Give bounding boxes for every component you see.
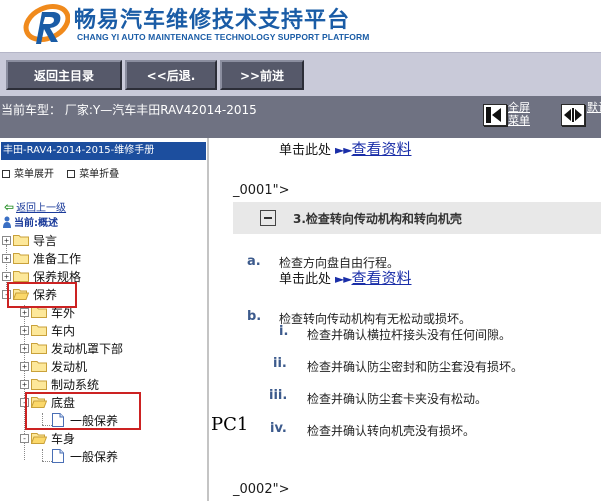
current-location-label: 当前:概述 bbox=[14, 218, 58, 229]
tree-node-label: 发动机罩下部 bbox=[51, 341, 124, 356]
tree-node-label: 导言 bbox=[33, 233, 58, 248]
folder-icon bbox=[31, 379, 47, 390]
highlight-box bbox=[7, 282, 77, 308]
tree-connector bbox=[42, 461, 52, 462]
substep-text: 检查并确认横拉杆接头没有任何间隙。 bbox=[307, 328, 512, 342]
folder-icon bbox=[13, 235, 29, 246]
substep-text: 检查并确认防尘密封和防尘套没有损坏。 bbox=[307, 360, 524, 374]
tree-node-label: 制动系统 bbox=[51, 377, 100, 392]
expand-toggle[interactable]: + bbox=[2, 235, 11, 245]
tree-node-label: 车身 bbox=[51, 431, 76, 446]
step-label: a. bbox=[247, 254, 261, 269]
toolbar: 返回主目录 <<后退. >>前进 bbox=[0, 52, 601, 96]
folder-icon bbox=[13, 271, 29, 282]
tree-node[interactable]: + 发动机罩下部 bbox=[20, 340, 123, 356]
manual-title: 丰田-RAV4-2014-2015-维修手册 bbox=[1, 142, 206, 160]
highlight-box bbox=[25, 392, 141, 430]
expand-toggle[interactable]: + bbox=[20, 343, 29, 353]
substep-label: iv. bbox=[270, 421, 287, 436]
vehicle-bar: 当前车型： 厂家:Y—汽车丰田RAV42014-2015 全屏菜单 默认 bbox=[0, 96, 601, 138]
double-arrow-icon: ►► bbox=[335, 143, 352, 157]
substep-label: iii. bbox=[269, 388, 288, 403]
substep-label: ii. bbox=[273, 356, 287, 371]
double-arrow-icon: ►► bbox=[335, 272, 352, 286]
split-arrows-icon bbox=[564, 108, 582, 122]
tree-node[interactable]: + 制动系统 bbox=[20, 376, 99, 392]
expand-toggle[interactable]: + bbox=[2, 271, 11, 281]
substep-text: 检查并确认转向机壳没有损坏。 bbox=[307, 424, 476, 438]
back-button[interactable]: <<后退. bbox=[125, 60, 217, 90]
overlay-label: PC1 bbox=[211, 414, 249, 435]
brand-subtitle: CHANG YI AUTO MAINTENANCE TECHNOLOGY SUP… bbox=[77, 32, 370, 42]
tree-node[interactable]: + 车内 bbox=[20, 322, 75, 338]
substep-label: i. bbox=[279, 324, 289, 339]
return-home-button[interactable]: 返回主目录 bbox=[6, 60, 122, 90]
step-text: 检查转向传动机构有无松动或损坏。 bbox=[279, 312, 472, 326]
view-info-link[interactable]: 查看资料 bbox=[351, 269, 411, 287]
fullscreen-icon bbox=[486, 107, 501, 123]
forward-button[interactable]: >>前进 bbox=[220, 60, 304, 90]
document-icon bbox=[52, 449, 64, 463]
code-fragment: _0001"> bbox=[233, 183, 290, 198]
menu-expand-button[interactable]: 菜单展开 bbox=[2, 169, 54, 180]
tree-connector bbox=[42, 449, 43, 461]
fullscreen-menu-button[interactable] bbox=[483, 104, 507, 126]
menu-controls: 菜单展开 菜单折叠 bbox=[2, 165, 129, 180]
click-here-text: 单击此处 bbox=[279, 143, 332, 158]
folder-icon bbox=[31, 343, 47, 354]
collapse-toggle[interactable]: - bbox=[20, 433, 29, 443]
tree-node[interactable]: + 准备工作 bbox=[2, 250, 81, 266]
section-header: 3.检查转向传动机构和转向机壳 bbox=[233, 202, 601, 234]
tree-leaf-general-maintenance[interactable]: 一般保养 bbox=[52, 448, 118, 464]
section-title: 3.检查转向传动机构和转向机壳 bbox=[293, 212, 462, 226]
tree-node[interactable]: + 导言 bbox=[2, 232, 57, 248]
view-info-row: 单击此处 ►►查看资料 bbox=[279, 138, 412, 159]
tree-node-body[interactable]: - 车身 bbox=[20, 430, 75, 446]
expand-toggle[interactable]: + bbox=[20, 361, 29, 371]
expand-toggle[interactable]: + bbox=[20, 325, 29, 335]
sidebar: 丰田-RAV4-2014-2015-维修手册 菜单展开 菜单折叠 ⇦ 返回上一级 … bbox=[0, 138, 209, 501]
current-location: 当前:概述 bbox=[2, 214, 58, 229]
folder-icon bbox=[31, 325, 47, 336]
folder-icon bbox=[13, 253, 29, 264]
checkbox-icon bbox=[2, 170, 10, 178]
menu-expand-label: 菜单展开 bbox=[14, 169, 54, 180]
tree-node[interactable]: + 发动机 bbox=[20, 358, 87, 374]
tree-node-label: 一般保养 bbox=[70, 449, 119, 464]
r-swoosh-logo-icon bbox=[23, 4, 70, 44]
tree-node-label: 发动机 bbox=[51, 359, 88, 374]
expand-toggle[interactable]: + bbox=[2, 253, 11, 263]
tree-node-label: 准备工作 bbox=[33, 251, 82, 266]
fullscreen-menu-link[interactable]: 全屏菜单 bbox=[508, 101, 538, 127]
brand-title: 畅易汽车维修技术支持平台 bbox=[74, 8, 351, 33]
view-info-row: 单击此处 ►►查看资料 bbox=[279, 267, 412, 288]
menu-collapse-label: 菜单折叠 bbox=[79, 169, 120, 180]
up-level-link[interactable]: ⇦ 返回上一级 bbox=[4, 199, 66, 214]
app-header: 畅易汽车维修技术支持平台 CHANG YI AUTO MAINTENANCE T… bbox=[0, 0, 601, 52]
menu-collapse-button[interactable]: 菜单折叠 bbox=[67, 169, 119, 180]
person-icon bbox=[3, 216, 11, 228]
folder-icon bbox=[31, 361, 47, 372]
default-layout-button[interactable] bbox=[561, 104, 585, 126]
content-pane: 单击此处 ►►查看资料 _0001"> 3.检查转向传动机构和转向机壳 a. 检查… bbox=[211, 138, 601, 501]
up-level-label: 返回上一级 bbox=[16, 203, 67, 214]
substep-text: 检查并确认防尘套卡夹没有松动。 bbox=[307, 392, 488, 406]
code-fragment: _0002"> bbox=[233, 482, 290, 497]
view-info-link[interactable]: 查看资料 bbox=[351, 140, 411, 158]
expand-toggle[interactable]: + bbox=[20, 307, 29, 317]
tree-node-label: 车内 bbox=[51, 323, 76, 338]
collapse-section-button[interactable] bbox=[260, 210, 276, 226]
step-label: b. bbox=[247, 309, 262, 324]
open-folder-icon bbox=[31, 433, 47, 444]
default-layout-link[interactable]: 默认 bbox=[587, 101, 601, 114]
checkbox-icon bbox=[67, 170, 76, 178]
click-here-text: 单击此处 bbox=[279, 272, 332, 287]
expand-toggle[interactable]: + bbox=[20, 379, 29, 389]
current-vehicle-text: 当前车型： 厂家:Y—汽车丰田RAV42014-2015 bbox=[1, 103, 257, 117]
back-arrow-icon: ⇦ bbox=[4, 200, 15, 214]
